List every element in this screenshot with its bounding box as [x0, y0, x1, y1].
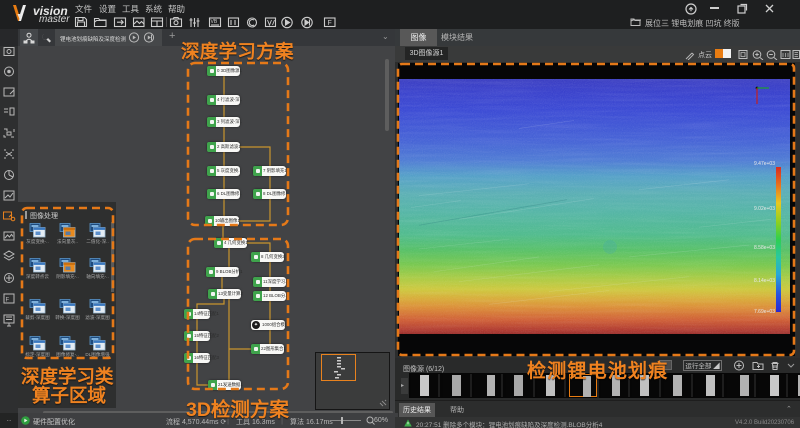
svg-text:F: F: [328, 20, 332, 27]
svg-text:VB: VB: [211, 19, 218, 25]
svg-text:F: F: [6, 298, 10, 304]
